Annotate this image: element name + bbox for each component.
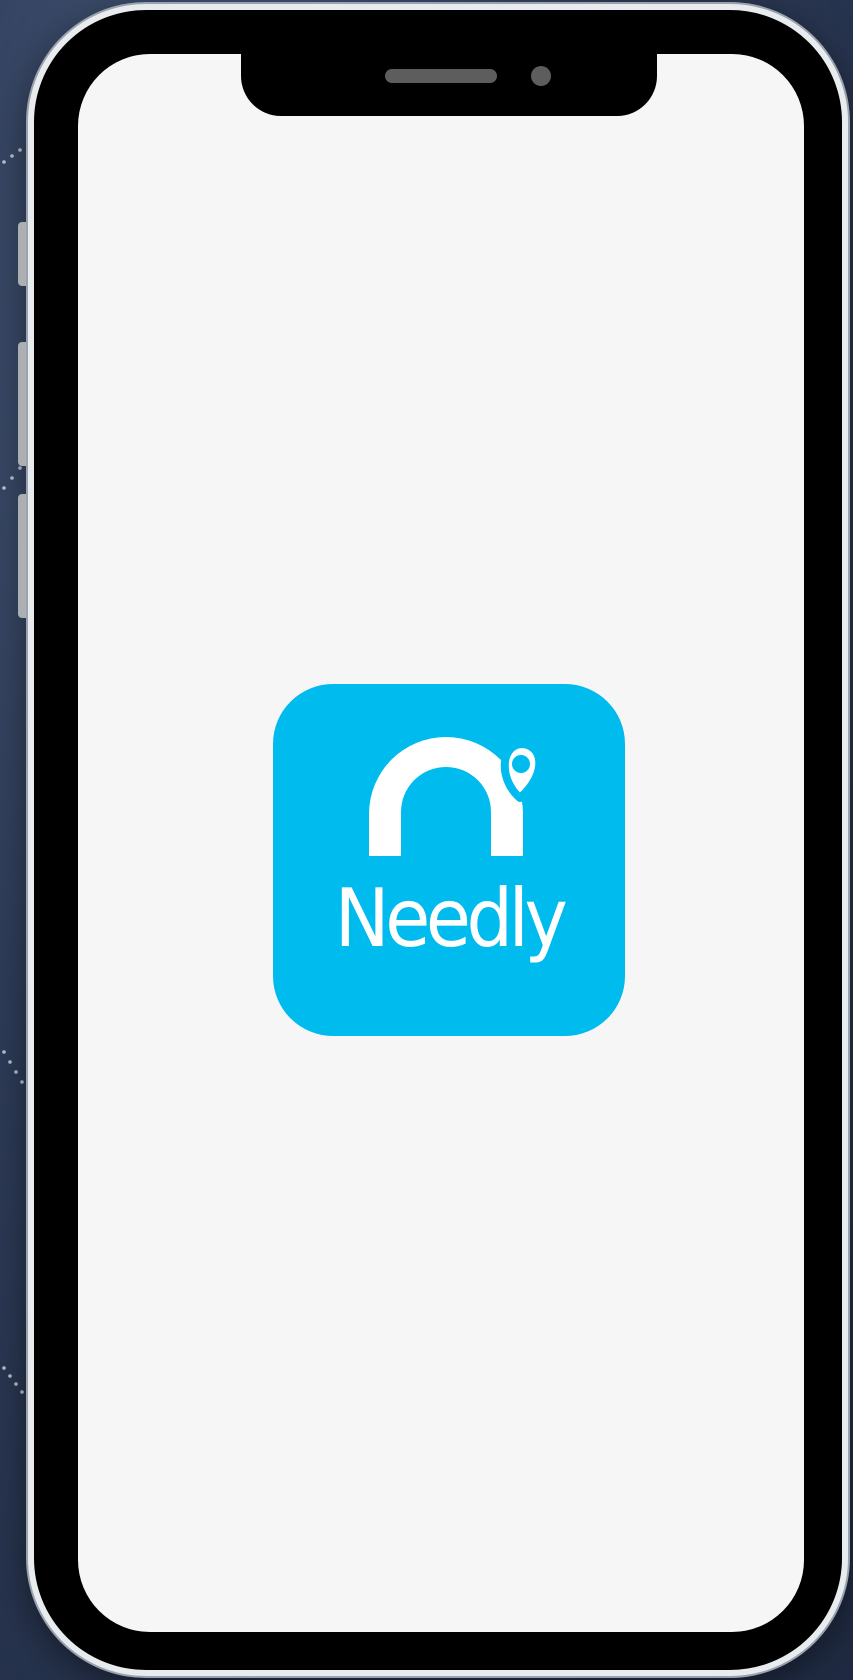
logo-wordmark: Needly <box>334 872 568 965</box>
speaker-grille <box>385 69 497 83</box>
arch-icon <box>369 737 544 856</box>
needly-app-logo[interactable]: Needly <box>273 684 625 1036</box>
location-pin-icon <box>500 740 544 802</box>
phone-frame: Needly <box>28 4 848 1676</box>
front-camera-icon <box>531 66 551 86</box>
notch <box>241 54 657 116</box>
app-screen: Needly <box>78 54 804 1632</box>
